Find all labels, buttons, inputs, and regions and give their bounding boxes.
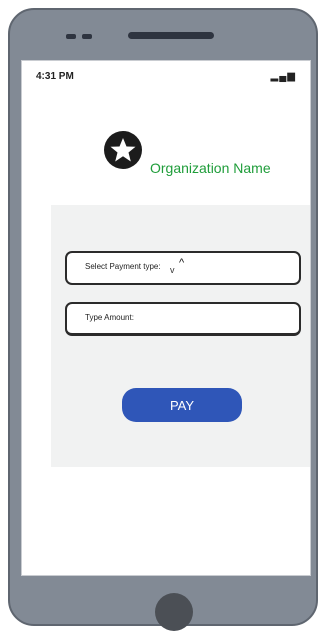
- home-button[interactable]: [155, 593, 193, 631]
- payment-type-select[interactable]: Select Payment type: ^ v: [65, 251, 301, 285]
- amount-input[interactable]: Type Amount:: [65, 302, 301, 336]
- payment-type-label: Select Payment type:: [85, 262, 161, 271]
- speaker-slot: [128, 32, 214, 39]
- pay-button[interactable]: PAY: [122, 388, 242, 422]
- amount-label: Type Amount:: [85, 313, 134, 322]
- chevron-down-icon[interactable]: v: [170, 266, 175, 275]
- star-shape: [110, 138, 136, 162]
- camera-dot: [82, 34, 92, 39]
- signal-icon: ▂▄▆: [270, 71, 296, 82]
- camera-dot: [66, 34, 76, 39]
- payment-card: Select Payment type: ^ v Type Amount: PA…: [51, 205, 310, 467]
- phone-topbar: [10, 10, 316, 62]
- camera-dots: [66, 34, 92, 39]
- status-bar: 4:31 PM ▂▄▆: [22, 61, 310, 83]
- status-time: 4:31 PM: [36, 71, 74, 82]
- star-icon: [104, 131, 142, 169]
- screen: 4:31 PM ▂▄▆ Organization Name Select Pay…: [21, 60, 311, 576]
- phone-frame: 4:31 PM ▂▄▆ Organization Name Select Pay…: [8, 8, 318, 631]
- chevron-up-icon[interactable]: ^: [179, 258, 184, 269]
- organization-name: Organization Name: [150, 160, 271, 176]
